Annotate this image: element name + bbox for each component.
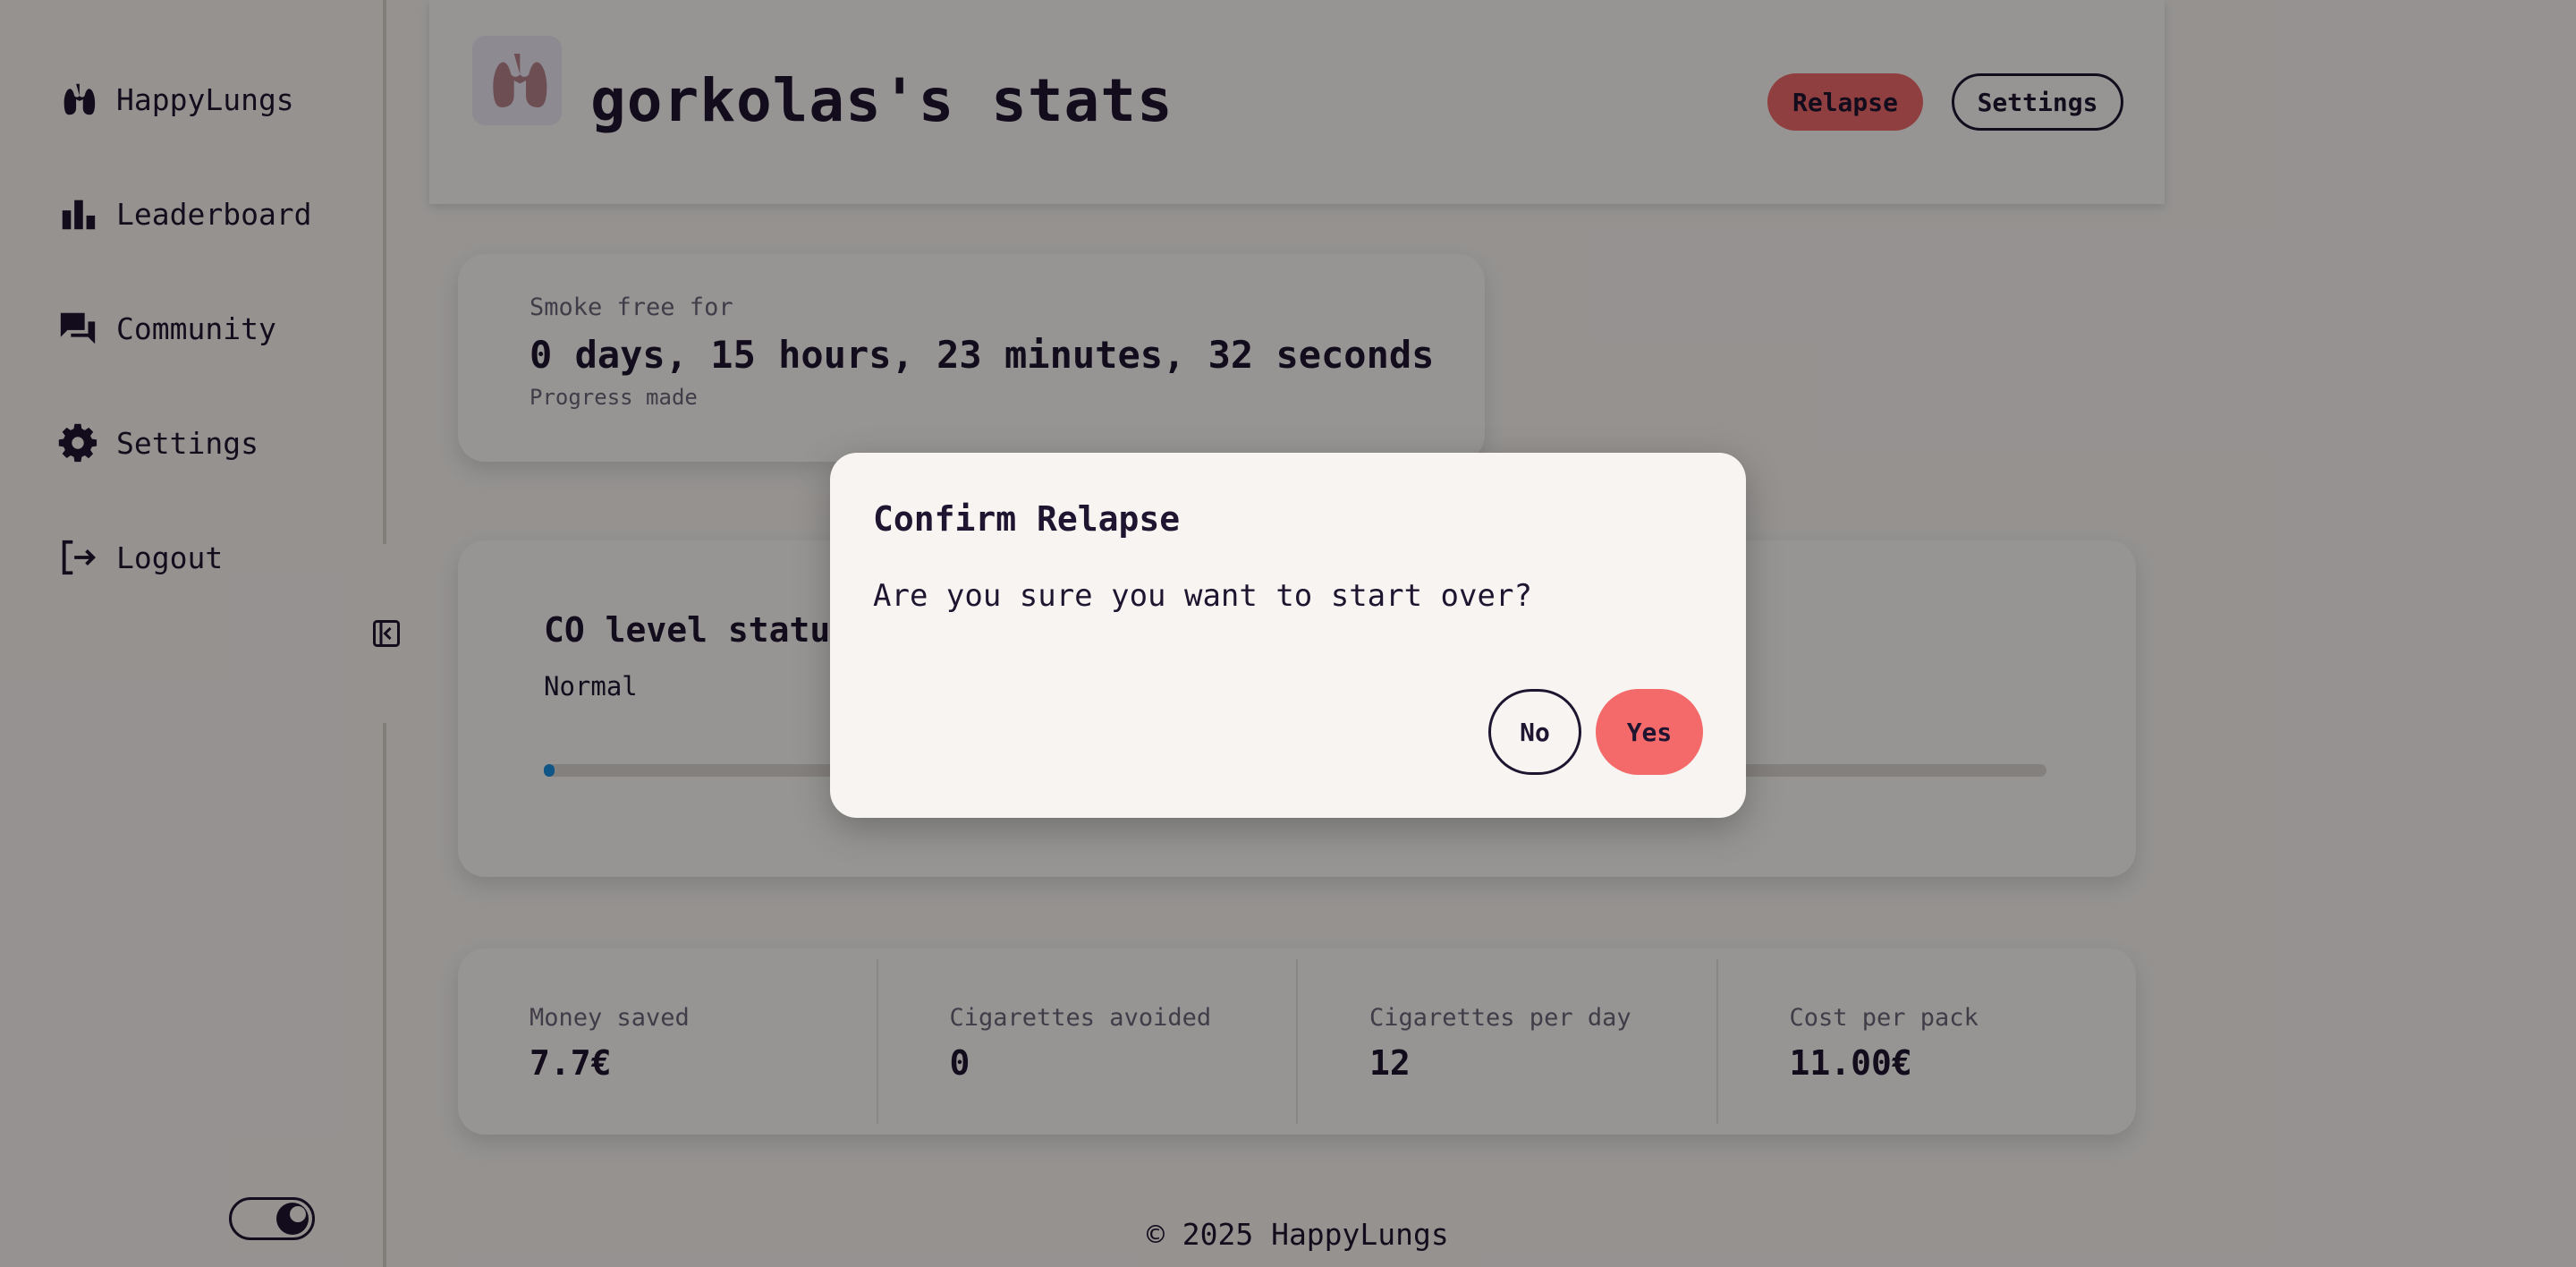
dialog-title: Confirm Relapse — [873, 499, 1181, 539]
yes-button[interactable]: Yes — [1596, 689, 1703, 775]
dialog-message: Are you sure you want to start over? — [873, 578, 1532, 614]
no-button[interactable]: No — [1488, 689, 1581, 775]
confirm-relapse-dialog: Confirm Relapse Are you sure you want to… — [830, 453, 1746, 818]
